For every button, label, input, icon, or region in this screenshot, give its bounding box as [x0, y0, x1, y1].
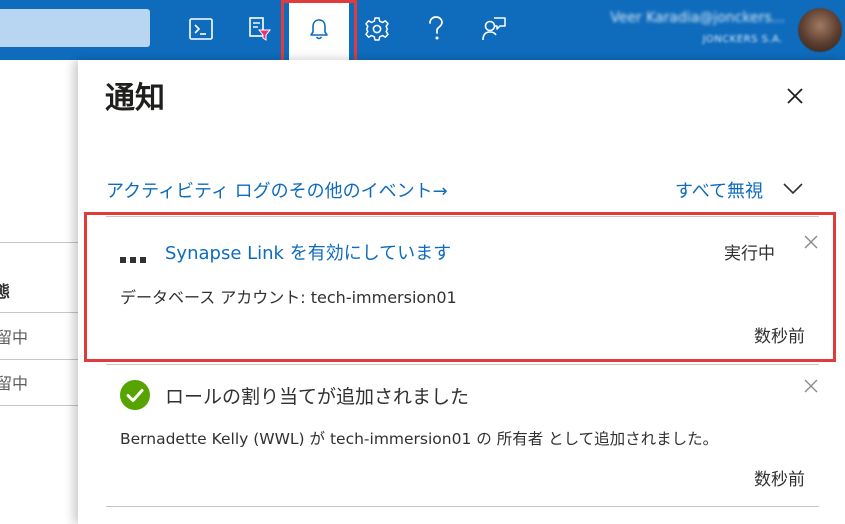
background-page: 態 留中 留中	[0, 60, 90, 524]
success-check-icon	[120, 380, 150, 410]
gear-icon[interactable]	[357, 6, 397, 52]
user-name[interactable]: Veer Karadia@jonckers...	[610, 10, 785, 26]
dismiss-notification-icon[interactable]	[803, 378, 819, 394]
column-header: 態	[0, 282, 11, 301]
user-org: JONCKERS S.A.	[702, 34, 783, 45]
notification-body: データベース アカウント: tech-immersion01	[120, 288, 457, 307]
divider	[0, 405, 90, 406]
notification-body: Bernadette Kelly (WWL) が tech-immersion0…	[120, 430, 719, 448]
status-text: 実行中	[724, 244, 775, 264]
table-cell: 留中	[0, 328, 29, 347]
avatar[interactable]	[798, 8, 842, 52]
help-icon[interactable]	[416, 6, 456, 52]
search-input[interactable]	[0, 9, 150, 47]
bell-highlight-box	[281, 0, 357, 65]
top-bar: Veer Karadia@jonckers... JONCKERS S.A.	[0, 0, 845, 65]
feedback-icon[interactable]	[474, 6, 514, 52]
notification-time: 数秒前	[754, 327, 805, 347]
divider	[106, 364, 819, 365]
notifications-panel: 通知 アクティビティ ログのその他のイベント→ すべて無視 Synapse Li…	[78, 60, 845, 524]
divider	[0, 312, 90, 313]
notification-title[interactable]: Synapse Link を有効にしています	[165, 239, 451, 265]
divider	[0, 359, 90, 360]
dismiss-all-button[interactable]: すべて無視	[675, 177, 763, 203]
close-icon[interactable]	[781, 82, 809, 110]
dismiss-notification-icon[interactable]	[803, 234, 819, 250]
notification-title[interactable]: ロールの割り当てが追加されました	[165, 382, 469, 409]
chevron-down-icon[interactable]	[781, 180, 805, 196]
activity-log-link[interactable]: アクティビティ ログのその他のイベント→	[106, 177, 448, 203]
cloud-shell-icon[interactable]	[181, 6, 221, 52]
table-cell: 留中	[0, 374, 29, 393]
notification-time: 数秒前	[754, 470, 805, 490]
in-progress-icon	[120, 248, 150, 267]
divider	[106, 506, 819, 507]
panel-title: 通知	[105, 81, 165, 116]
directory-filter-icon[interactable]	[239, 6, 279, 52]
divider	[0, 242, 90, 243]
